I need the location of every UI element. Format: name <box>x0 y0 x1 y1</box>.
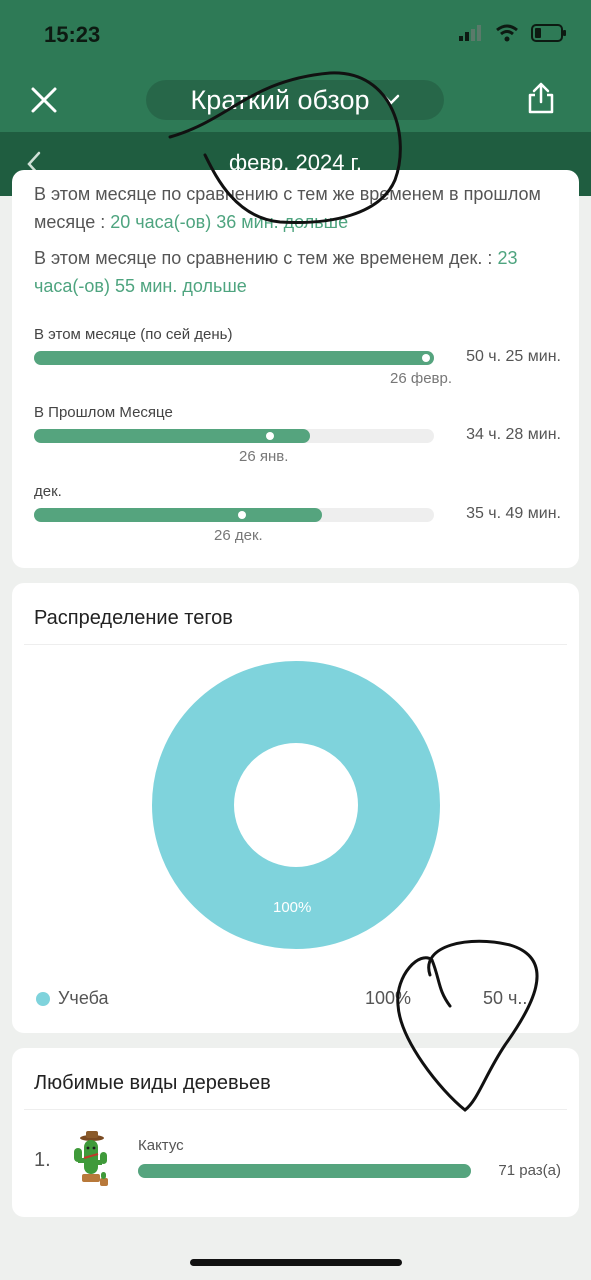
bar-value-this-month: 50 ч. 25 мин. <box>466 348 561 365</box>
bar-date-last-month: 26 янв. <box>239 448 289 465</box>
status-time: 15:23 <box>44 22 101 47</box>
tag-distribution-title: Распределение тегов <box>34 607 233 629</box>
close-icon[interactable] <box>30 86 58 114</box>
bar-label-december: дек. <box>34 483 62 500</box>
cactus-icon <box>74 1131 108 1186</box>
divider <box>24 1109 567 1110</box>
bar-value-december: 35 ч. 49 мин. <box>466 505 561 522</box>
donut-slice-ucheba <box>152 661 440 949</box>
chevron-down-icon <box>382 94 399 105</box>
bar-december <box>34 508 434 522</box>
tree-name: Кактус <box>138 1137 184 1154</box>
comparison-card: В этом месяце по сравнению с тем же врем… <box>12 170 579 568</box>
bar-value-last-month: 34 ч. 28 мин. <box>466 426 561 443</box>
tree-rank: 1. <box>34 1149 51 1171</box>
legend-dot <box>36 992 50 1006</box>
signal-icon <box>459 25 481 41</box>
comparison-last-month: В этом месяце по сравнению с тем же врем… <box>34 184 541 232</box>
tree-count: 71 раз(а) <box>498 1162 561 1179</box>
divider <box>24 644 567 645</box>
wifi-icon <box>496 24 518 42</box>
title-dropdown[interactable]: Краткий обзор <box>146 80 444 120</box>
legend-name: Учеба <box>58 988 109 1008</box>
home-indicator <box>190 1259 402 1266</box>
status-bar: 15:23 <box>0 0 591 66</box>
tag-distribution-card: Распределение тегов 100% Учеба 100% 50 ч… <box>12 583 579 1033</box>
comparison-december: В этом месяце по сравнению с тем же врем… <box>34 248 518 296</box>
battery-icon <box>531 24 566 42</box>
bar-label-last-month: В Прошлом Месяце <box>34 404 173 421</box>
favorite-trees-title: Любимые виды деревьев <box>34 1072 271 1094</box>
page-title: Краткий обзор <box>190 84 370 115</box>
share-icon[interactable] <box>526 82 556 114</box>
legend-percent: 100% <box>365 988 412 1008</box>
bar-this-month <box>34 351 434 365</box>
legend-time: 50 ч... <box>483 988 533 1008</box>
bar-date-december: 26 дек. <box>214 527 263 544</box>
tree-bar <box>138 1164 471 1178</box>
bar-last-month <box>34 429 434 443</box>
favorite-trees-card: Любимые виды деревьев 1. Кактус 71 раз(а… <box>12 1048 579 1217</box>
bar-date-this-month: 26 февр. <box>390 370 453 387</box>
bar-label-this-month: В этом месяце (по сей день) <box>34 326 233 343</box>
status-icons <box>459 24 567 42</box>
donut-slice-label: 100% <box>273 899 312 916</box>
app-bar: Краткий обзор <box>0 66 591 132</box>
